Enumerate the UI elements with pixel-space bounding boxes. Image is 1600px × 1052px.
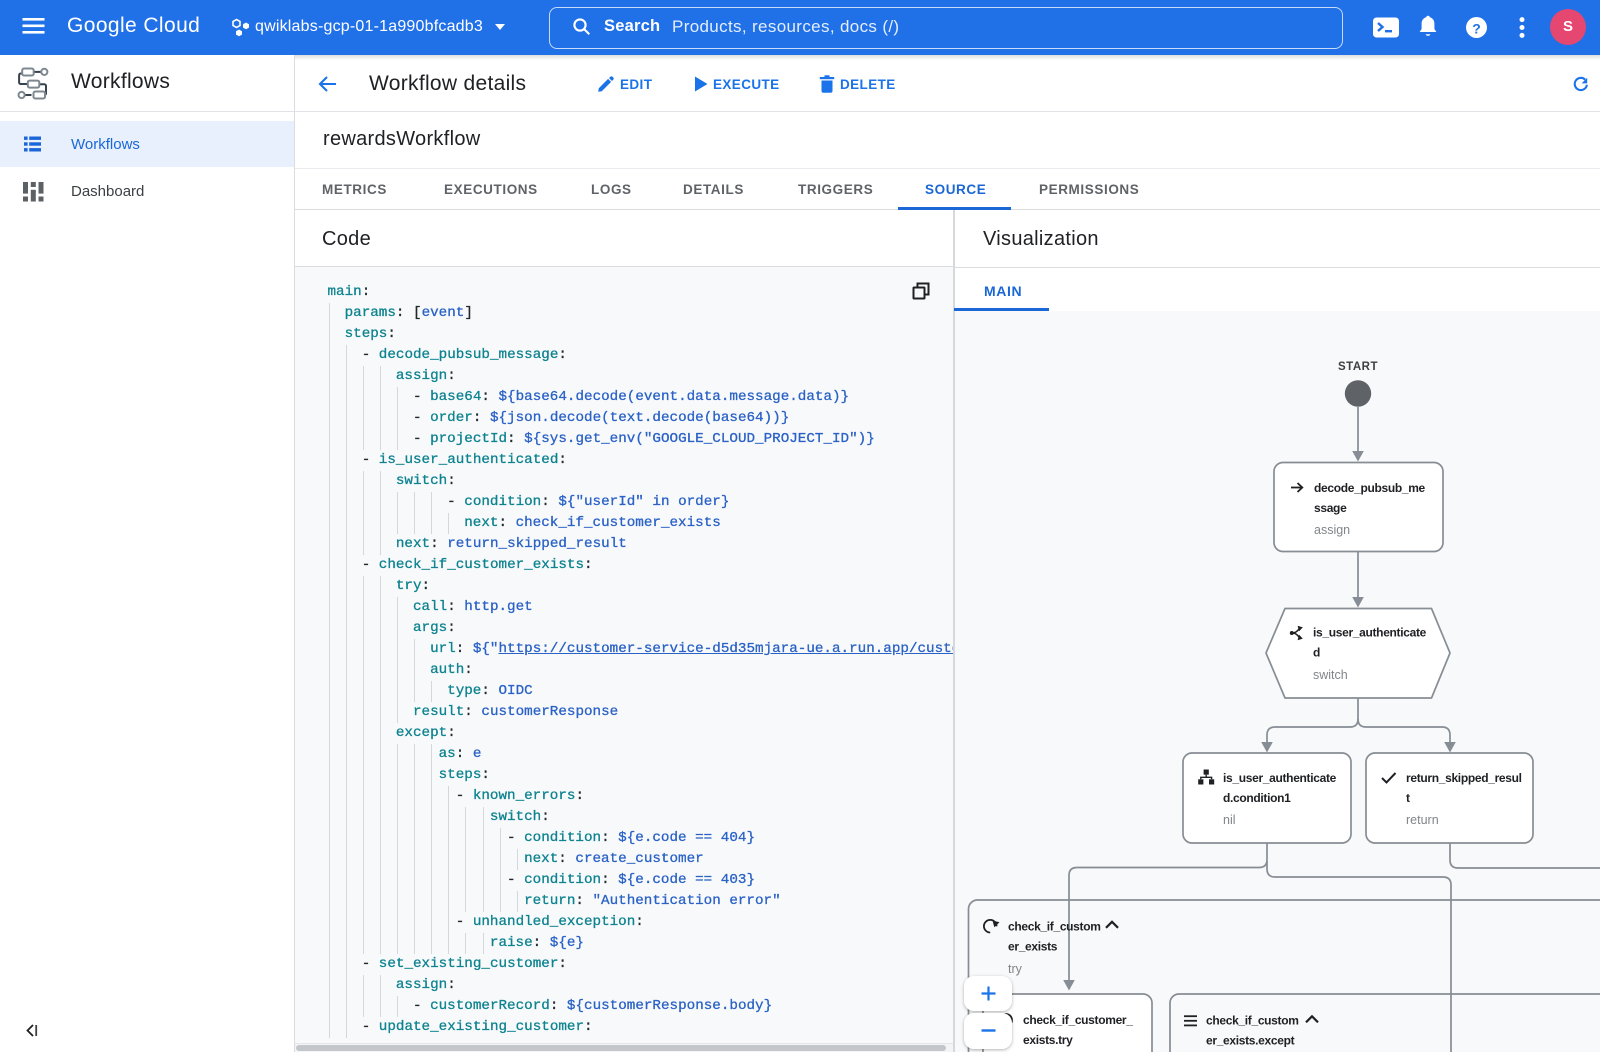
svg-text:exists.try: exists.try bbox=[1023, 1033, 1073, 1047]
svg-text:er_exists: er_exists bbox=[1008, 940, 1058, 954]
svg-text:check_if_custom: check_if_custom bbox=[1206, 1014, 1299, 1028]
svg-text:?: ? bbox=[1472, 21, 1481, 37]
svg-text:d: d bbox=[1313, 646, 1320, 660]
svg-text:d.condition1: d.condition1 bbox=[1223, 791, 1291, 805]
svg-text:decode_pubsub_me: decode_pubsub_me bbox=[1314, 481, 1426, 495]
svg-text:START: START bbox=[1338, 361, 1378, 373]
svg-text:return_skipped_resul: return_skipped_resul bbox=[1406, 771, 1522, 785]
svg-text:switch: switch bbox=[1313, 668, 1348, 682]
svg-text:nil: nil bbox=[1223, 813, 1236, 827]
svg-text:is_user_authenticate: is_user_authenticate bbox=[1223, 771, 1337, 785]
svg-text:t: t bbox=[1406, 791, 1410, 805]
svg-text:try: try bbox=[1008, 962, 1023, 976]
svg-text:check_if_customer_: check_if_customer_ bbox=[1023, 1013, 1133, 1027]
svg-text:assign: assign bbox=[1314, 523, 1350, 537]
svg-text:return: return bbox=[1406, 813, 1439, 827]
svg-text:er_exists.except: er_exists.except bbox=[1206, 1034, 1295, 1048]
svg-text:check_if_custom: check_if_custom bbox=[1008, 920, 1101, 934]
svg-text:ssage: ssage bbox=[1314, 501, 1347, 515]
svg-text:is_user_authenticate: is_user_authenticate bbox=[1313, 626, 1427, 640]
